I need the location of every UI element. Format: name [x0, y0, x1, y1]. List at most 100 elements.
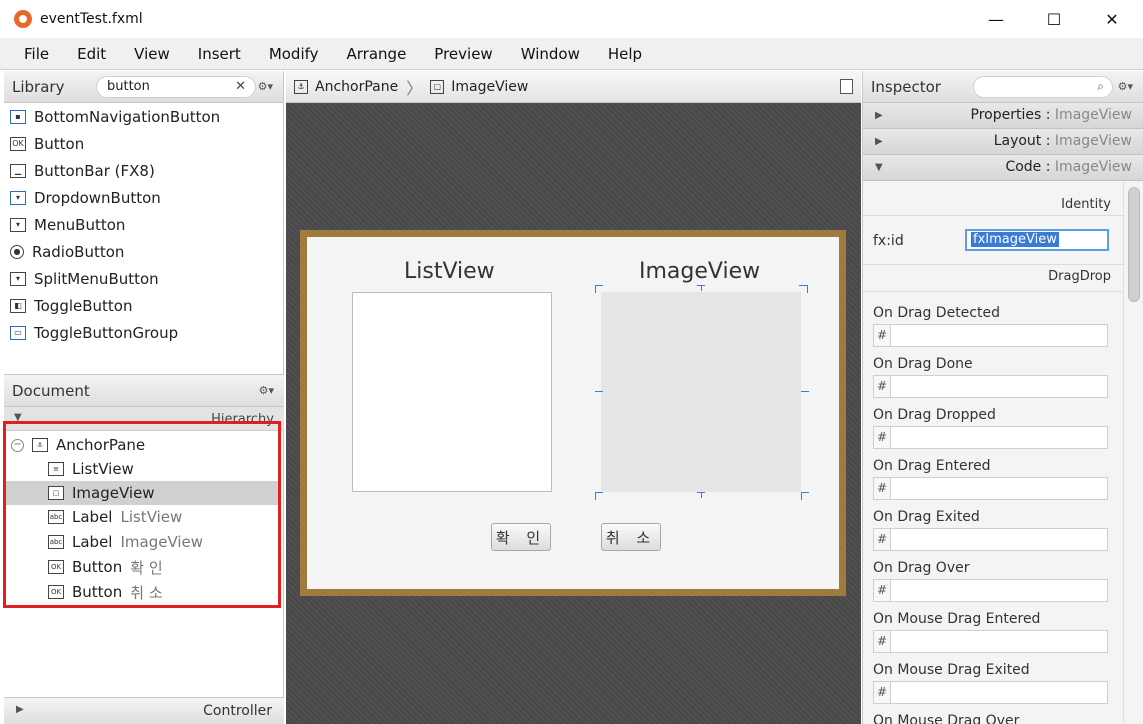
hash-icon: # [874, 325, 891, 346]
menu-arrange[interactable]: Arrange [333, 45, 421, 63]
label-icon: abc [48, 535, 64, 549]
triangle-right-icon: ▶ [875, 110, 883, 121]
gear-icon[interactable]: ⚙▾ [258, 80, 273, 93]
ok-button-icon: OK [48, 560, 64, 574]
menu-insert[interactable]: Insert [184, 45, 255, 63]
event-handler-field[interactable]: # [873, 324, 1108, 347]
menu-modify[interactable]: Modify [255, 45, 333, 63]
maximize-button[interactable]: ☐ [1025, 0, 1083, 38]
selection-handle[interactable] [801, 492, 802, 500]
clear-search-icon[interactable]: ✕ [235, 79, 246, 94]
breadcrumb-root[interactable]: AnchorPane [315, 79, 398, 95]
menu-window[interactable]: Window [507, 45, 594, 63]
triangle-right-icon: ▶ [16, 704, 24, 715]
library-header: Library button ✕ ⚙▾ [4, 71, 283, 103]
selection-handle[interactable] [807, 285, 808, 293]
selection-handle[interactable] [801, 492, 809, 493]
event-handler-field[interactable]: # [873, 630, 1108, 653]
event-handler-field[interactable]: # [873, 528, 1108, 551]
menu-preview[interactable]: Preview [420, 45, 506, 63]
document-icon[interactable] [840, 79, 853, 94]
selection-handle[interactable] [595, 492, 596, 500]
fxid-label: fx:id [873, 233, 904, 249]
event-handler-field[interactable]: # [873, 426, 1108, 449]
event-handler-field[interactable]: # [873, 375, 1108, 398]
library-item[interactable]: ▁ ButtonBar (FX8) [4, 157, 283, 184]
radio-icon: ● [10, 244, 24, 259]
design-canvas[interactable]: ListView ImageView 확 인 취 소 [286, 103, 861, 724]
section-properties[interactable]: ▶ Properties : ImageView [863, 103, 1143, 129]
list-view[interactable] [352, 292, 552, 492]
library-item[interactable]: ▪ BottomNavigationButton [4, 103, 283, 130]
divider [863, 215, 1123, 216]
library-item[interactable]: OK Button [4, 130, 283, 157]
section-code[interactable]: ▼ Code : ImageView [863, 155, 1143, 181]
document-header: Document ⚙▾ [4, 374, 284, 407]
breadcrumb-current[interactable]: ImageView [451, 79, 528, 95]
selection-handle[interactable] [595, 492, 603, 493]
tree-row[interactable]: abc Label ImageView [4, 530, 280, 554]
close-button[interactable]: ✕ [1083, 0, 1141, 38]
tree-row[interactable]: OK Button 취 소 [4, 580, 280, 604]
button-bar-icon: ▁ [10, 163, 26, 178]
scrollbar-thumb[interactable] [1128, 187, 1140, 302]
gear-icon[interactable]: ⚙▾ [1118, 80, 1133, 93]
selection-handle[interactable] [595, 391, 603, 392]
divider [863, 264, 1123, 265]
library-search-input[interactable]: button ✕ [96, 76, 256, 98]
event-handler-field[interactable]: # [873, 681, 1108, 704]
image-view[interactable] [601, 292, 801, 492]
selection-handle[interactable] [799, 285, 807, 286]
menu-edit[interactable]: Edit [63, 45, 120, 63]
selection-handle[interactable] [595, 285, 603, 286]
scrollbar-track[interactable] [1123, 181, 1143, 724]
collapse-icon[interactable]: − [11, 438, 24, 452]
menu-view[interactable]: View [120, 45, 184, 63]
anchor-pane-content[interactable]: ListView ImageView 확 인 취 소 [307, 237, 839, 589]
menu-file[interactable]: File [10, 45, 63, 63]
library-item[interactable]: ● RadioButton [4, 238, 283, 265]
library-item[interactable]: ▾ MenuButton [4, 211, 283, 238]
code-section-body: Identity fx:id fxImageView DragDrop On D… [863, 181, 1123, 724]
event-handler-field[interactable]: # [873, 579, 1108, 602]
selection-handle[interactable] [801, 391, 809, 392]
hash-icon: # [874, 682, 891, 703]
ok-button[interactable]: 확 인 [491, 523, 551, 551]
event-handler-field[interactable]: # [873, 477, 1108, 500]
toggle-group-icon: ▭ [10, 325, 26, 340]
divider [863, 291, 1123, 292]
scene-builder-icon [14, 10, 32, 28]
ok-button-icon: OK [10, 136, 26, 151]
hierarchy-header[interactable]: ▼ Hierarchy [4, 407, 284, 431]
selection-handle[interactable] [595, 285, 596, 293]
library-item[interactable]: ▾ SplitMenuButton [4, 265, 283, 292]
controller-bar[interactable]: ▶ Controller [4, 697, 284, 724]
minimize-button[interactable]: — [967, 0, 1025, 38]
library-item[interactable]: ▾ DropdownButton [4, 184, 283, 211]
event-label: On Drag Dropped [873, 407, 996, 423]
fxid-field[interactable]: fxImageView [965, 229, 1109, 251]
gear-icon[interactable]: ⚙▾ [259, 384, 274, 397]
label-listview[interactable]: ListView [404, 259, 495, 284]
event-label: On Mouse Drag Over [873, 713, 1020, 724]
section-layout[interactable]: ▶ Layout : ImageView [863, 129, 1143, 155]
document-title: Document [12, 381, 90, 400]
tree-row-selected[interactable]: ▢ ImageView [4, 481, 280, 505]
event-label: On Drag Entered [873, 458, 991, 474]
tree-row[interactable]: ≡ ListView [4, 457, 280, 481]
tree-row[interactable]: abc Label ListView [4, 505, 280, 529]
tree-row[interactable]: OK Button 확 인 [4, 555, 280, 579]
dragdrop-label: DragDrop [1048, 269, 1111, 284]
anchor-pane[interactable]: ListView ImageView 확 인 취 소 [300, 230, 846, 596]
inspector-search-input[interactable]: ⌕ [973, 76, 1113, 98]
event-label: On Mouse Drag Entered [873, 611, 1041, 627]
library-item[interactable]: ▭ ToggleButtonGroup [4, 319, 283, 346]
hash-icon: # [874, 631, 891, 652]
label-imageview[interactable]: ImageView [639, 259, 760, 284]
selection-handle[interactable] [701, 285, 702, 291]
library-item[interactable]: ◧ ToggleButton [4, 292, 283, 319]
cancel-button[interactable]: 취 소 [601, 523, 661, 551]
selection-handle[interactable] [701, 492, 702, 498]
tree-row[interactable]: − ⚓ AnchorPane [4, 433, 280, 457]
menu-help[interactable]: Help [594, 45, 656, 63]
